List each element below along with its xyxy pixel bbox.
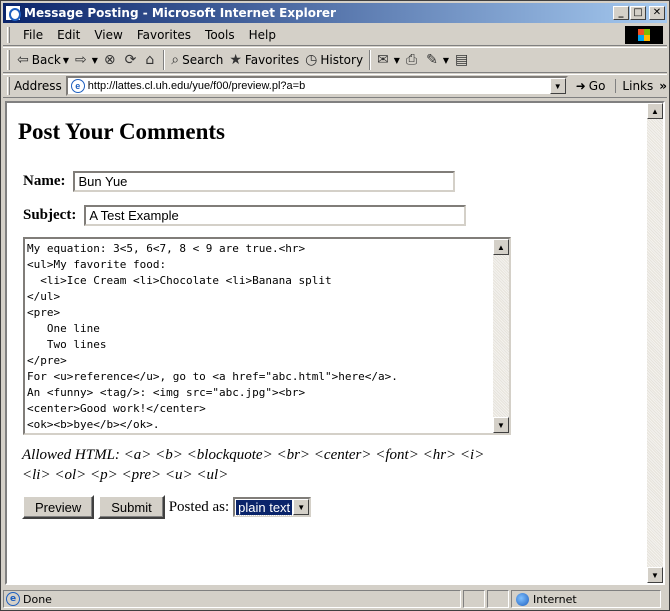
address-dropdown-button[interactable]: ▼ xyxy=(549,78,566,94)
dropdown-arrow-icon[interactable]: ▼ xyxy=(443,56,449,65)
scroll-up-button[interactable]: ▲ xyxy=(647,103,663,119)
toolbar-grip[interactable] xyxy=(7,77,10,95)
form-actions: Preview Submit Posted as: plain text ▼ xyxy=(22,495,312,519)
history-icon: ◷ xyxy=(305,52,318,68)
search-label: Search xyxy=(182,53,224,67)
chevron-right-icon[interactable]: » xyxy=(659,79,667,93)
history-label: History xyxy=(320,53,364,67)
name-input[interactable]: Bun Yue xyxy=(73,171,456,192)
allowed-html-note: Allowed HTML: <a> <b> <blockquote> <br> … xyxy=(22,447,485,483)
stop-icon: ⊗ xyxy=(103,52,116,68)
address-input[interactable]: e http://lattes.cl.uh.edu/yue/f00/previe… xyxy=(65,76,568,96)
back-arrow-icon: ⇦ xyxy=(17,52,29,68)
back-label: Back xyxy=(31,53,61,67)
select-dropdown-icon[interactable]: ▼ xyxy=(293,499,310,515)
mail-icon: ✉ xyxy=(377,52,389,68)
search-icon: ⌕ xyxy=(171,52,180,68)
dropdown-arrow-icon[interactable]: ▼ xyxy=(394,56,400,65)
posted-as-label: Posted as: xyxy=(168,498,230,515)
title-bar[interactable]: Message Posting - Microsoft Internet Exp… xyxy=(3,3,667,23)
mail-button[interactable]: ✉ ▼ xyxy=(374,49,403,71)
subject-label: Subject: xyxy=(23,207,77,223)
menu-bar: File Edit View Favorites Tools Help xyxy=(3,24,667,46)
maximize-button[interactable]: □ xyxy=(630,6,646,20)
status-bar: e Done Internet xyxy=(3,589,667,609)
browser-window: Message Posting - Microsoft Internet Exp… xyxy=(0,0,670,611)
toolbar-separator xyxy=(163,50,166,70)
address-label: Address xyxy=(14,79,62,93)
name-row: Name: Bun Yue xyxy=(23,171,456,192)
toolbar-grip[interactable] xyxy=(7,50,10,70)
window-title: Message Posting - Microsoft Internet Exp… xyxy=(24,6,336,20)
back-button[interactable]: ⇦ Back ▼ xyxy=(14,49,72,71)
page-scrollbar[interactable]: ▲ ▼ xyxy=(647,103,663,583)
go-label: Go xyxy=(588,79,606,93)
edit-button[interactable]: ✎ ▼ xyxy=(423,49,452,71)
message-textarea[interactable]: My equation: 3<5, 6<7, 8 < 9 are true.<h… xyxy=(23,237,511,435)
status-text: Done xyxy=(23,592,52,606)
preview-button[interactable]: Preview xyxy=(22,495,95,519)
dropdown-arrow-icon[interactable]: ▼ xyxy=(63,56,69,65)
page-icon: e xyxy=(70,79,85,93)
posted-as-value[interactable]: plain text xyxy=(235,498,294,516)
edit-icon: ✎ xyxy=(426,52,438,68)
forward-button[interactable]: ⇨ ▼ xyxy=(72,49,101,71)
go-button[interactable]: ➜ Go xyxy=(576,79,606,93)
discuss-icon: ▤ xyxy=(455,52,469,68)
toolbar-grip[interactable] xyxy=(7,26,10,43)
menu-favorites[interactable]: Favorites xyxy=(130,26,198,44)
links-button[interactable]: Links » xyxy=(615,79,667,93)
favorites-label: Favorites xyxy=(244,53,300,67)
status-security-cell xyxy=(487,590,509,608)
menu-tools[interactable]: Tools xyxy=(198,26,242,44)
message-text[interactable]: My equation: 3<5, 6<7, 8 < 9 are true.<h… xyxy=(27,241,493,433)
print-icon: ⎙ xyxy=(405,52,418,68)
close-button[interactable]: ✕ xyxy=(649,6,665,20)
subject-row: Subject: A Test Example xyxy=(23,205,467,226)
discuss-button[interactable]: ▤ xyxy=(452,49,474,71)
dropdown-arrow-icon[interactable]: ▼ xyxy=(92,56,98,65)
submit-button[interactable]: Submit xyxy=(98,495,165,519)
toolbar-separator xyxy=(369,50,372,70)
posted-as-select[interactable]: plain text ▼ xyxy=(233,497,312,517)
ie-icon[interactable] xyxy=(5,5,21,21)
history-button[interactable]: ◷ History xyxy=(302,49,366,71)
subject-input[interactable]: A Test Example xyxy=(84,205,467,226)
textarea-scrollbar[interactable]: ▲ ▼ xyxy=(493,239,509,433)
status-text-cell: e Done xyxy=(3,590,461,608)
print-button[interactable]: ⎙ xyxy=(403,49,423,71)
scroll-down-button[interactable]: ▼ xyxy=(493,417,509,433)
favorites-button[interactable]: ★ Favorites xyxy=(226,49,302,71)
home-button[interactable]: ⌂ xyxy=(142,49,160,71)
home-icon: ⌂ xyxy=(145,52,155,68)
windows-logo-icon xyxy=(625,26,663,44)
links-label: Links xyxy=(622,79,654,93)
refresh-icon: ⟳ xyxy=(124,52,137,68)
forward-arrow-icon: ⇨ xyxy=(75,52,87,68)
menu-edit[interactable]: Edit xyxy=(50,26,87,44)
standard-toolbar: ⇦ Back ▼ ⇨ ▼ ⊗ ⟳ ⌂ ⌕ Search ★ Favorites … xyxy=(3,47,667,73)
status-zone: Internet xyxy=(533,592,577,606)
favorites-icon: ★ xyxy=(229,52,242,68)
status-progress-cell xyxy=(463,590,485,608)
minimize-button[interactable]: _ xyxy=(613,6,629,20)
menu-help[interactable]: Help xyxy=(242,26,283,44)
menu-file[interactable]: File xyxy=(16,26,50,44)
page-viewport: Post Your Comments Name: Bun Yue Subject… xyxy=(5,101,665,585)
page-title: Post Your Comments xyxy=(18,119,225,144)
address-url[interactable]: http://lattes.cl.uh.edu/yue/f00/preview.… xyxy=(88,80,305,92)
go-arrow-icon: ➜ xyxy=(575,79,586,93)
address-bar: Address e http://lattes.cl.uh.edu/yue/f0… xyxy=(3,74,667,98)
stop-button[interactable]: ⊗ xyxy=(101,49,122,71)
status-zone-cell: Internet xyxy=(511,590,661,608)
search-button[interactable]: ⌕ Search xyxy=(168,49,226,71)
page-icon: e xyxy=(6,592,20,606)
refresh-button[interactable]: ⟳ xyxy=(122,49,143,71)
scroll-up-button[interactable]: ▲ xyxy=(493,239,509,255)
globe-icon xyxy=(516,592,529,606)
scroll-down-button[interactable]: ▼ xyxy=(647,567,663,583)
name-label: Name: xyxy=(23,173,66,189)
menu-view[interactable]: View xyxy=(87,26,129,44)
